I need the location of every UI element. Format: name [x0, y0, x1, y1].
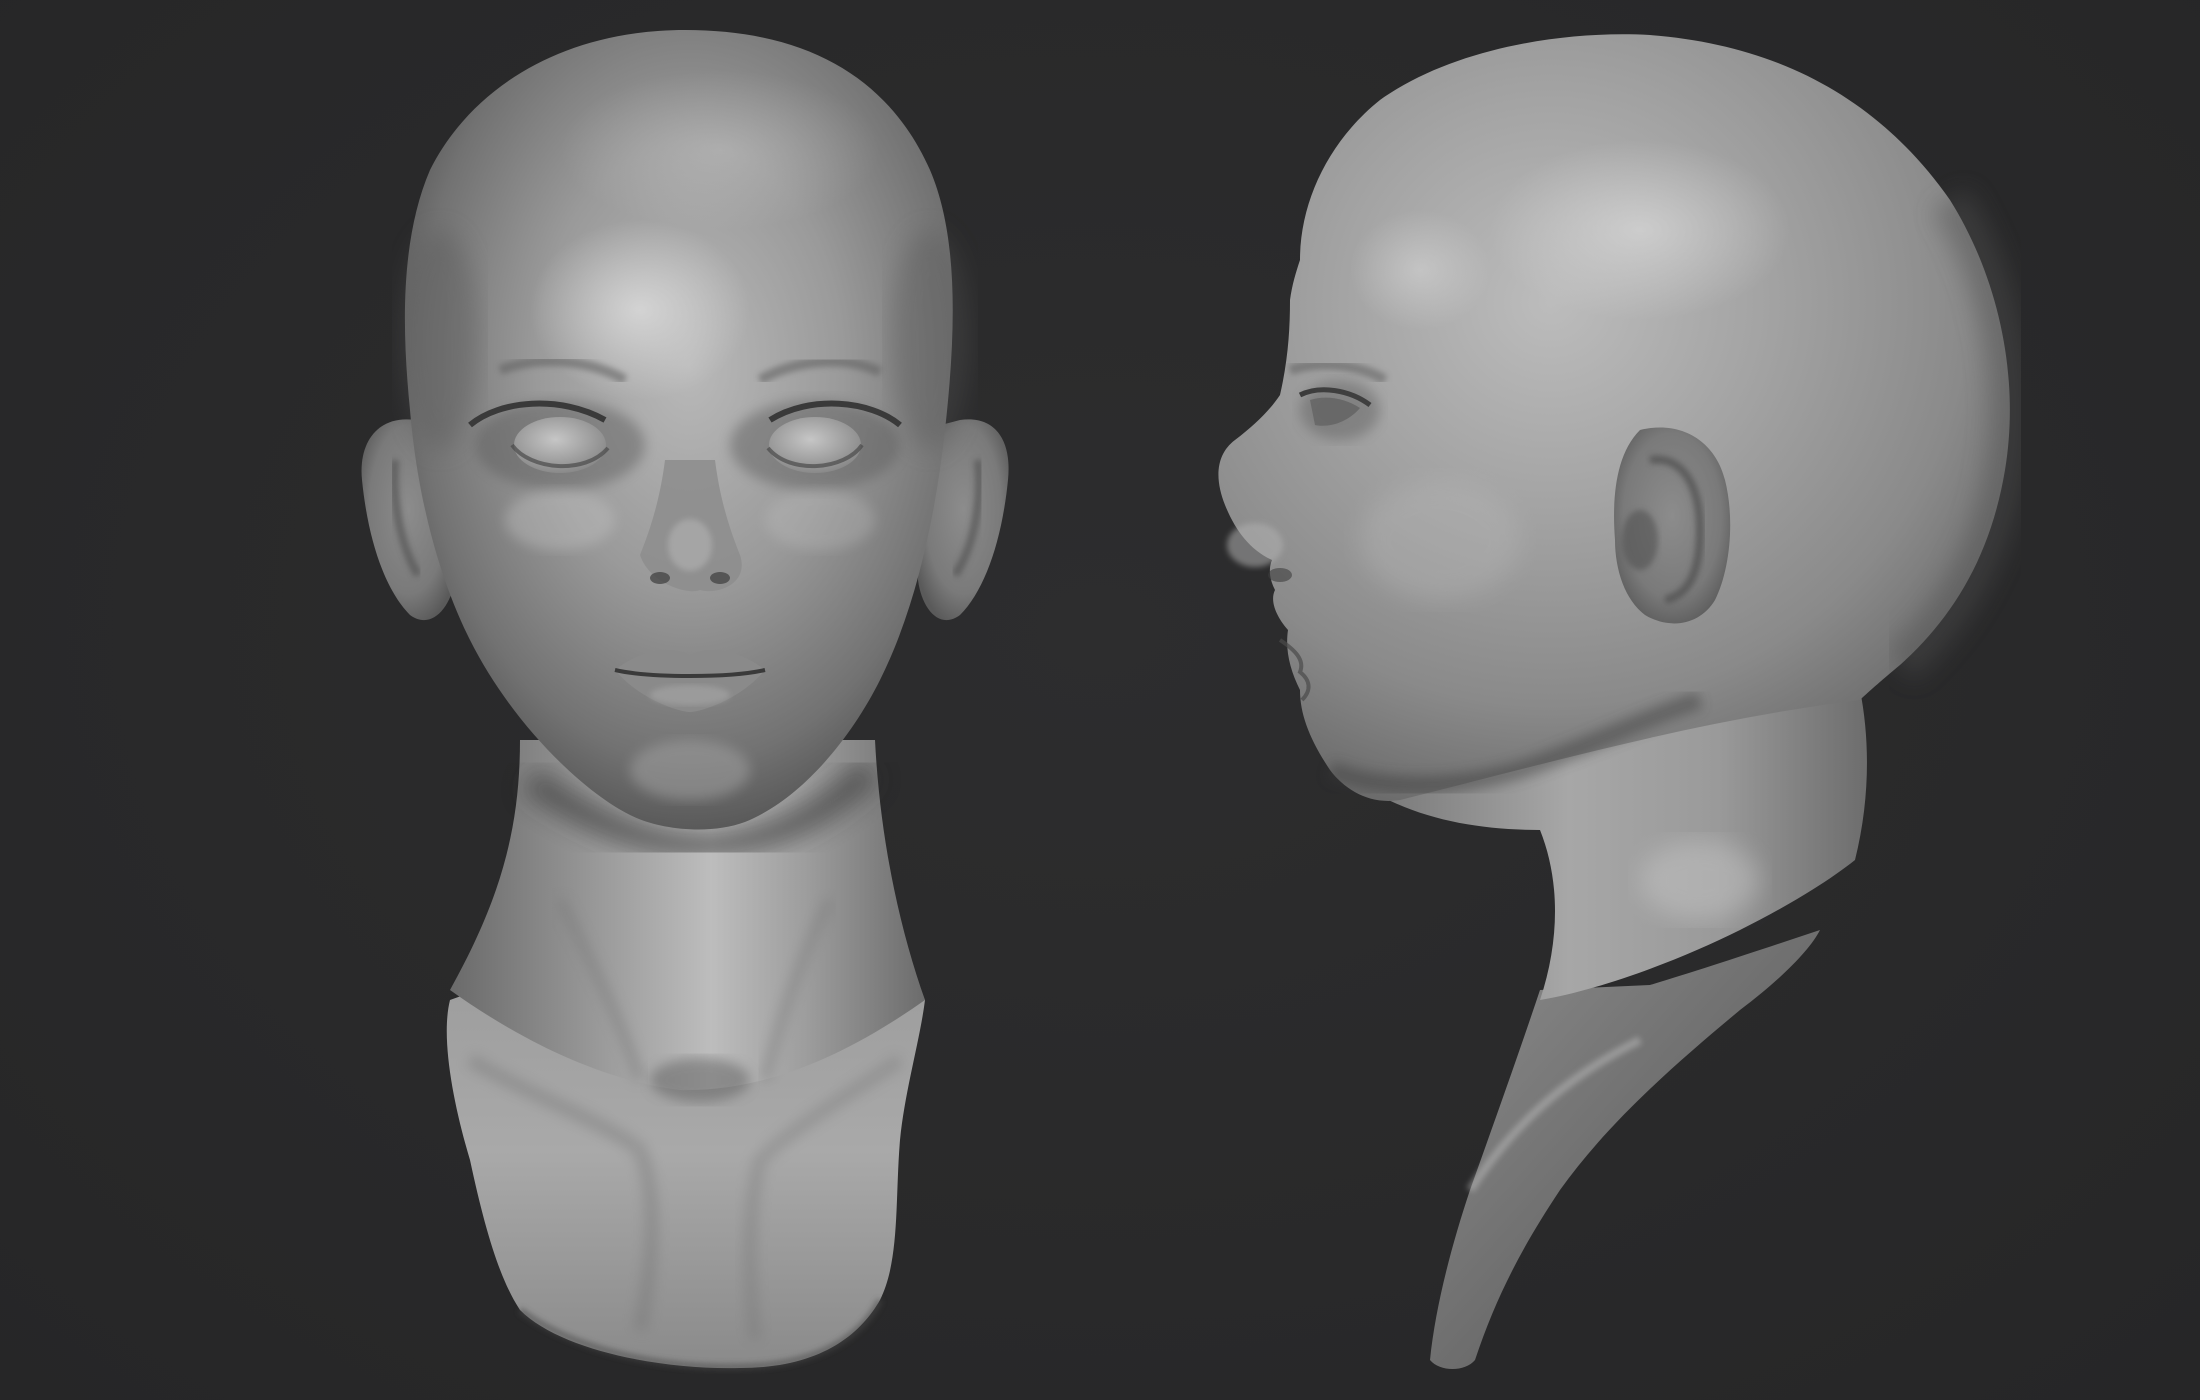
profile-view-head	[1218, 34, 2030, 1369]
viewport-canvas	[0, 0, 2200, 1400]
sculpt-render	[361, 30, 2030, 1371]
profile-collar	[1430, 930, 1820, 1369]
profile-nose	[1227, 523, 1283, 567]
front-view-head	[361, 30, 1009, 1371]
